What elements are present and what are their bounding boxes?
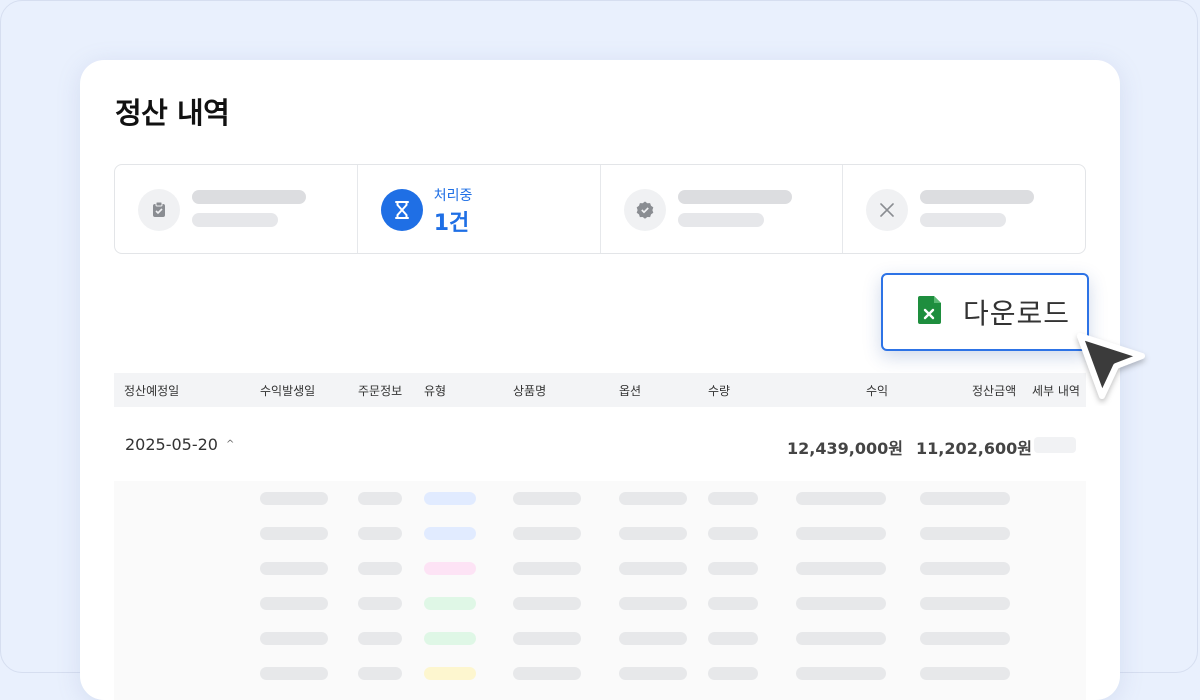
col-header: 정산예정일 xyxy=(124,384,180,398)
table-row xyxy=(114,667,1086,683)
cell-placeholder xyxy=(358,632,402,645)
type-tag-placeholder xyxy=(424,667,476,680)
col-header: 정산금액 xyxy=(972,384,1017,398)
cell-placeholder xyxy=(920,667,1010,680)
page-title: 정산 내역 xyxy=(115,96,230,130)
cell-placeholder xyxy=(260,527,328,540)
cell-placeholder xyxy=(796,597,886,610)
col-header: 유형 xyxy=(424,384,447,398)
placeholder-bar xyxy=(920,190,1035,204)
close-icon xyxy=(866,189,909,231)
excel-file-icon xyxy=(917,295,943,329)
processing-count: 1건 xyxy=(433,211,470,236)
cell-placeholder xyxy=(513,527,581,540)
cell-placeholder xyxy=(920,597,1010,610)
type-tag-placeholder xyxy=(424,562,476,575)
cell-placeholder xyxy=(513,597,581,610)
summary-bar: 처리중 1건 xyxy=(114,164,1086,254)
settlement-amount: 11,202,600원 xyxy=(916,439,1032,458)
type-tag-placeholder xyxy=(424,597,476,610)
settlement-date: 2025-05-20 xyxy=(125,435,218,454)
col-header: 수익발생일 xyxy=(260,384,316,398)
cell-placeholder xyxy=(358,562,402,575)
cell-placeholder xyxy=(260,667,328,680)
col-header: 주문정보 xyxy=(358,384,403,398)
cell-placeholder xyxy=(260,562,328,575)
placeholder-bar xyxy=(677,190,792,204)
download-button[interactable]: 다운로드 xyxy=(881,273,1089,351)
table-header: 정산예정일 수익발생일 주문정보 유형 상품명 옵션 수량 수익 정산금액 세부… xyxy=(114,373,1086,407)
table-row xyxy=(114,562,1086,578)
cell-placeholder xyxy=(796,527,886,540)
col-header: 옵션 xyxy=(619,384,642,398)
placeholder-bar xyxy=(192,213,278,227)
cell-placeholder xyxy=(796,562,886,575)
summary-item-cancelled[interactable] xyxy=(843,165,1085,253)
table-row xyxy=(114,597,1086,613)
cell-placeholder xyxy=(619,667,687,680)
cell-placeholder xyxy=(358,667,402,680)
download-label: 다운로드 xyxy=(963,297,1071,330)
hourglass-icon xyxy=(380,189,423,231)
col-header: 수익 xyxy=(866,384,889,398)
cell-placeholder xyxy=(260,492,328,505)
cell-placeholder xyxy=(708,527,758,540)
cell-placeholder xyxy=(920,527,1010,540)
type-tag-placeholder xyxy=(424,527,476,540)
cell-placeholder xyxy=(513,632,581,645)
cell-placeholder xyxy=(619,527,687,540)
cell-placeholder xyxy=(708,667,758,680)
cell-placeholder xyxy=(619,562,687,575)
table-row xyxy=(114,527,1086,543)
cell-placeholder xyxy=(920,632,1010,645)
cell-placeholder xyxy=(708,632,758,645)
cell-placeholder xyxy=(619,632,687,645)
verified-badge-icon xyxy=(623,189,666,231)
placeholder-bar xyxy=(192,190,306,204)
cell-placeholder xyxy=(513,492,581,505)
table-row xyxy=(114,492,1086,508)
cell-placeholder xyxy=(358,597,402,610)
summary-item-completed[interactable] xyxy=(601,165,844,253)
detail-rows xyxy=(114,481,1086,700)
cell-placeholder xyxy=(708,597,758,610)
type-tag-placeholder xyxy=(424,492,476,505)
cell-placeholder xyxy=(796,667,886,680)
cell-placeholder xyxy=(358,527,402,540)
summary-item-processing[interactable]: 처리중 1건 xyxy=(358,165,601,253)
table-row xyxy=(114,632,1086,648)
cell-placeholder xyxy=(708,492,758,505)
placeholder-bar xyxy=(677,213,764,227)
col-header: 상품명 xyxy=(513,384,547,398)
processing-label: 처리중 xyxy=(433,188,473,204)
cell-placeholder xyxy=(513,667,581,680)
cell-placeholder xyxy=(358,492,402,505)
detail-placeholder xyxy=(1034,437,1076,453)
summary-item-requested[interactable] xyxy=(115,165,358,253)
cell-placeholder xyxy=(260,597,328,610)
cell-placeholder xyxy=(920,562,1010,575)
revenue-amount: 12,439,000원 xyxy=(787,439,903,458)
cell-placeholder xyxy=(513,562,581,575)
chevron-up-icon: ^ xyxy=(225,439,235,450)
cell-placeholder xyxy=(796,632,886,645)
cell-placeholder xyxy=(619,492,687,505)
cell-placeholder xyxy=(708,562,758,575)
type-tag-placeholder xyxy=(424,632,476,645)
clipboard-check-icon xyxy=(138,189,180,231)
cell-placeholder xyxy=(920,492,1010,505)
cell-placeholder xyxy=(260,632,328,645)
cursor-pointer-icon xyxy=(1077,333,1145,399)
placeholder-bar xyxy=(920,213,1007,227)
settlement-card: 정산 내역 처리중 1건 다운로드 정산예정일 수익발생일 주문정보 유형 상품… xyxy=(80,60,1120,700)
group-row-toggle[interactable]: 2025-05-20 ^ xyxy=(125,435,234,454)
cell-placeholder xyxy=(619,597,687,610)
cell-placeholder xyxy=(796,492,886,505)
col-header: 수량 xyxy=(708,384,731,398)
